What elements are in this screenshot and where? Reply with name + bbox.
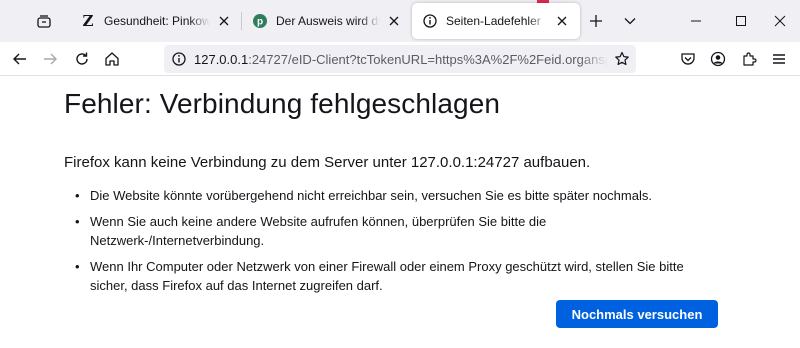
tab-title: Der Ausweis wird digital / Ne bbox=[276, 14, 380, 28]
pocket-button[interactable] bbox=[674, 45, 702, 73]
account-button[interactable] bbox=[704, 45, 732, 73]
svg-text:p: p bbox=[257, 17, 263, 28]
retry-button[interactable]: Nochmals versuchen bbox=[556, 300, 718, 328]
url-path: :24727/eID-Client?tcTokenURL=https%3A%2F… bbox=[248, 51, 608, 67]
bookmark-star-icon[interactable] bbox=[608, 45, 636, 73]
close-icon[interactable] bbox=[216, 13, 232, 29]
zeit-favicon-icon: Z bbox=[82, 12, 94, 30]
list-item: Die Website könnte vorübergehend nicht e… bbox=[64, 186, 724, 205]
home-button[interactable] bbox=[98, 45, 126, 73]
menu-icon bbox=[773, 54, 785, 64]
green-favicon-icon: p bbox=[252, 13, 268, 29]
tab-gesundheit[interactable]: Z Gesundheit: Pinkowski für bbox=[70, 3, 242, 39]
close-icon[interactable] bbox=[386, 13, 402, 29]
tab-ausweis[interactable]: p Der Ausweis wird digital / Ne bbox=[242, 3, 412, 39]
list-item: Wenn Ihr Computer oder Netzwerk von eine… bbox=[64, 257, 724, 295]
window-close-icon bbox=[774, 15, 786, 27]
error-suggestions: Die Website könnte vorübergehend nicht e… bbox=[64, 186, 724, 302]
home-icon bbox=[105, 52, 119, 66]
forward-icon bbox=[44, 53, 57, 65]
tab-seiten-ladefehler[interactable]: Seiten-Ladefehler bbox=[412, 3, 580, 39]
tab-list-button[interactable] bbox=[30, 7, 58, 35]
tab-title: Gesundheit: Pinkowski für bbox=[104, 14, 210, 28]
tab-title: Seiten-Ladefehler bbox=[446, 14, 541, 28]
reload-button[interactable] bbox=[68, 45, 96, 73]
extensions-icon bbox=[743, 52, 757, 66]
minimize-button[interactable] bbox=[682, 7, 710, 35]
forward-button[interactable] bbox=[36, 45, 64, 73]
new-tab-button[interactable] bbox=[582, 7, 610, 35]
reload-icon bbox=[76, 52, 88, 65]
back-button[interactable] bbox=[6, 45, 34, 73]
list-item: Wenn Sie auch keine andere Website aufru… bbox=[64, 212, 724, 250]
pocket-icon bbox=[681, 53, 695, 65]
back-icon bbox=[13, 53, 26, 65]
account-icon bbox=[710, 51, 726, 67]
extensions-button[interactable] bbox=[735, 45, 763, 73]
maximize-icon bbox=[736, 16, 746, 26]
error-intro: Firefox kann keine Verbindung zu dem Ser… bbox=[64, 154, 591, 171]
url-text[interactable]: 127.0.0.1:24727/eID-Client?tcTokenURL=ht… bbox=[194, 52, 608, 67]
chevron-down-icon bbox=[624, 18, 636, 25]
new-tab-icon bbox=[590, 15, 602, 27]
page-title: Fehler: Verbindung fehlgeschlagen bbox=[64, 88, 501, 119]
minimize-icon bbox=[691, 20, 701, 22]
url-host: 127.0.0.1 bbox=[194, 51, 249, 67]
tab-strip: Z Gesundheit: Pinkowski für p Der Auswei… bbox=[0, 0, 800, 42]
info-icon[interactable] bbox=[164, 45, 194, 73]
tab-list-icon bbox=[37, 15, 51, 28]
info-icon bbox=[422, 13, 438, 29]
list-all-tabs-button[interactable] bbox=[616, 7, 644, 35]
maximize-button[interactable] bbox=[727, 7, 755, 35]
navigation-toolbar: 127.0.0.1:24727/eID-Client?tcTokenURL=ht… bbox=[0, 42, 800, 76]
close-icon[interactable] bbox=[554, 13, 570, 29]
url-bar[interactable]: 127.0.0.1:24727/eID-Client?tcTokenURL=ht… bbox=[164, 45, 636, 73]
menu-button[interactable] bbox=[765, 45, 793, 73]
window-close-button[interactable] bbox=[766, 7, 794, 35]
